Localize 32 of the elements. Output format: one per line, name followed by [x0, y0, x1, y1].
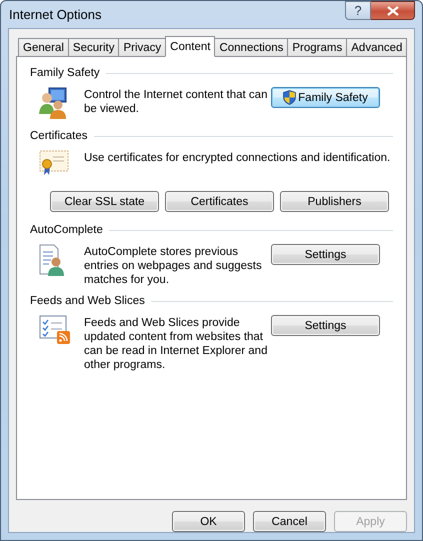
- section-button[interactable]: Publishers: [280, 191, 389, 212]
- help-button[interactable]: ?: [345, 1, 371, 20]
- tab[interactable]: Content: [165, 36, 216, 57]
- section-heading: Family Safety: [30, 67, 100, 79]
- section-button[interactable]: Settings: [271, 244, 380, 265]
- section-heading: Certificates: [30, 130, 88, 142]
- parental-users-icon: [39, 87, 69, 119]
- tab[interactable]: Programs: [287, 38, 348, 56]
- section-heading: Feeds and Web Slices: [30, 295, 145, 307]
- section-description: AutoComplete stores previous entries on webpages and suggests matches for you.: [84, 245, 263, 287]
- tab[interactable]: Connections: [214, 38, 288, 56]
- tab[interactable]: General: [18, 38, 69, 56]
- dialog-button[interactable]: OK: [172, 511, 245, 532]
- shield-icon: [283, 90, 296, 105]
- section-description: Feeds and Web Slices provide updated content from websites that can be read in Internet Explorer and other programs.: [84, 316, 268, 372]
- form-user-icon: [39, 244, 65, 276]
- section-description: Use certificates for encrypted connections and identification.: [84, 151, 390, 165]
- tab[interactable]: Security: [68, 38, 120, 56]
- dialog-button[interactable]: Cancel: [253, 511, 326, 532]
- feed-list-icon: [39, 315, 71, 345]
- section-button[interactable]: Clear SSL state: [50, 191, 159, 212]
- close-icon: [386, 6, 398, 16]
- section-button[interactable]: Certificates: [165, 191, 274, 212]
- window-title: Internet Options: [8, 7, 102, 22]
- section-button[interactable]: Settings: [271, 315, 380, 336]
- certificate-icon: [39, 150, 69, 176]
- close-button[interactable]: [371, 1, 415, 20]
- section-button[interactable]: Family Safety: [271, 87, 380, 108]
- section-description: Control the Internet content that can be viewed.: [84, 88, 268, 116]
- tab[interactable]: Privacy: [118, 38, 166, 56]
- section-heading: AutoComplete: [30, 224, 103, 236]
- tab[interactable]: Advanced: [346, 38, 408, 56]
